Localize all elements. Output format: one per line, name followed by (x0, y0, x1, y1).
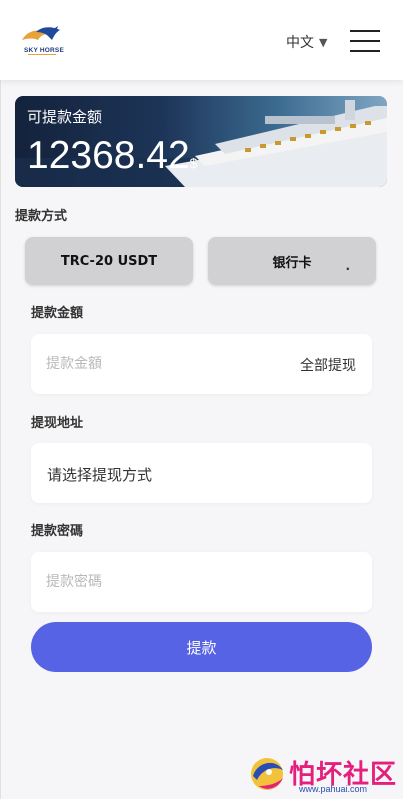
password-field (31, 552, 372, 612)
password-input[interactable] (46, 552, 286, 612)
watermark-url: www.pahuai.com (299, 784, 368, 794)
header: SKY HORSE 中文 ▼ (0, 0, 403, 80)
withdraw-all-button[interactable]: 全部提现 (300, 355, 356, 375)
page-edge (0, 80, 1, 799)
menu-bar (350, 40, 380, 42)
method-bank-card-button[interactable]: 银行卡 . (208, 237, 376, 285)
watermark-logo-icon (251, 758, 283, 790)
method-usdt-button[interactable]: TRC-20 USDT (25, 237, 193, 285)
watermark: 怕坏社区 www.pahuai.com (245, 748, 403, 799)
balance-banner: 可提款金额 12368.42$ (15, 96, 387, 187)
address-label: 提现地址 (31, 416, 84, 431)
balance-amount: 12368.42$ (27, 136, 197, 183)
menu-bar (350, 50, 380, 52)
menu-button[interactable] (350, 30, 380, 52)
language-label: 中文 (286, 35, 314, 51)
balance-value: 12368.42 (27, 134, 190, 177)
language-selector[interactable]: 中文 ▼ (286, 32, 327, 52)
menu-bar (350, 30, 380, 32)
submit-label: 提款 (186, 638, 217, 657)
withdraw-submit-button[interactable]: 提款 (31, 622, 372, 672)
method-usdt-label: TRC-20 USDT (60, 253, 158, 269)
address-field[interactable]: 请选择提现方式 (31, 443, 372, 503)
amount-input[interactable] (46, 334, 286, 394)
password-label: 提款密碼 (31, 524, 84, 539)
logo-text: SKY HORSE (24, 47, 64, 54)
amount-field: 全部提现 (31, 334, 372, 394)
amount-label: 提款金額 (31, 306, 84, 321)
address-value: 请选择提现方式 (47, 466, 153, 484)
balance-title: 可提款金额 (27, 108, 103, 126)
withdraw-method-label: 提款方式 (15, 209, 68, 224)
currency-symbol: $ (189, 155, 198, 171)
dropdown-arrow-icon: ▼ (319, 35, 328, 49)
method-bank-suffix: . (345, 259, 350, 273)
method-bank-label: 银行卡 (272, 255, 312, 271)
